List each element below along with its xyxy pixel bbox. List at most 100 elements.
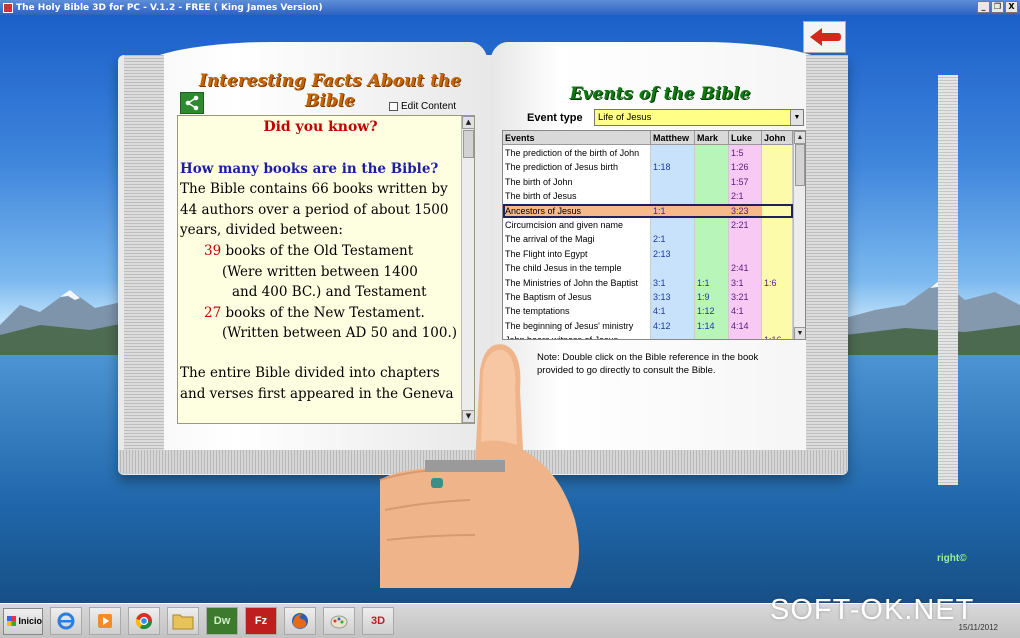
- reference-cell-luke[interactable]: 1:57: [729, 175, 762, 189]
- reference-cell-luke[interactable]: 1:26: [729, 160, 762, 174]
- reference-cell-mark[interactable]: 1:14: [695, 319, 729, 333]
- event-name-cell[interactable]: Circumcision and given name: [503, 218, 651, 232]
- reference-cell-john[interactable]: [762, 232, 793, 246]
- reference-cell-mark[interactable]: [695, 160, 729, 174]
- reference-cell-mark[interactable]: 1:12: [695, 304, 729, 318]
- reference-cell-luke[interactable]: 3:1: [729, 276, 762, 290]
- scroll-down-arrow-icon[interactable]: ▼: [794, 327, 805, 339]
- events-scrollbar[interactable]: ▲ ▼: [793, 131, 805, 339]
- taskbar-bible3d-icon[interactable]: 3D: [362, 607, 394, 635]
- reference-cell-mark[interactable]: [695, 218, 729, 232]
- column-header-events[interactable]: Events: [503, 131, 651, 145]
- taskbar-chrome-icon[interactable]: [128, 607, 160, 635]
- event-name-cell[interactable]: The arrival of the Magi: [503, 232, 651, 246]
- event-name-cell[interactable]: The Ministries of John the Baptist: [503, 276, 651, 290]
- close-button[interactable]: X: [1005, 1, 1018, 13]
- back-button[interactable]: [803, 21, 846, 53]
- reference-cell-matthew[interactable]: [651, 261, 695, 275]
- taskbar-folder-icon[interactable]: [167, 607, 199, 635]
- event-name-cell[interactable]: The Baptism of Jesus: [503, 290, 651, 304]
- minimize-button[interactable]: _: [977, 1, 990, 13]
- mountains-right-image: [845, 280, 1020, 360]
- scroll-up-arrow-icon[interactable]: ▲: [794, 131, 805, 144]
- facts-line: years, divided between:: [180, 222, 343, 239]
- reference-cell-john[interactable]: [762, 304, 793, 318]
- event-name-cell[interactable]: The prediction of Jesus birth: [503, 160, 651, 174]
- reference-cell-luke[interactable]: 1:5: [729, 146, 762, 160]
- reference-cell-mark[interactable]: 1:9: [695, 290, 729, 304]
- taskbar-media-icon[interactable]: [89, 607, 121, 635]
- reference-cell-mark[interactable]: [695, 247, 729, 261]
- event-type-select[interactable]: Life of Jesus ▼: [594, 109, 804, 126]
- scroll-thumb[interactable]: [795, 144, 805, 186]
- reference-cell-luke[interactable]: 3:21: [729, 290, 762, 304]
- reference-cell-mark[interactable]: [695, 189, 729, 203]
- reference-cell-john[interactable]: [762, 160, 793, 174]
- taskbar-paint-icon[interactable]: [323, 607, 355, 635]
- reference-cell-john[interactable]: 1:6: [762, 276, 793, 290]
- reference-cell-john[interactable]: [762, 175, 793, 189]
- reference-cell-luke[interactable]: [729, 247, 762, 261]
- next-page-strip[interactable]: [938, 75, 958, 485]
- reference-cell-john[interactable]: 1:16: [762, 333, 793, 339]
- reference-cell-matthew[interactable]: 2:13: [651, 247, 695, 261]
- share-button[interactable]: [180, 92, 204, 114]
- reference-cell-mark[interactable]: [695, 232, 729, 246]
- edit-content-checkbox[interactable]: Edit Content: [389, 101, 456, 112]
- reference-cell-john[interactable]: [762, 290, 793, 304]
- checkbox-box[interactable]: [389, 102, 398, 111]
- reference-cell-matthew[interactable]: [651, 146, 695, 160]
- reference-cell-matthew[interactable]: [651, 333, 695, 339]
- app-icon: [3, 2, 13, 13]
- reference-cell-matthew[interactable]: 2:1: [651, 232, 695, 246]
- reference-cell-mark[interactable]: [695, 261, 729, 275]
- taskbar-firefox-icon[interactable]: [284, 607, 316, 635]
- event-name-cell[interactable]: The birth of John: [503, 175, 651, 189]
- reference-cell-matthew[interactable]: 3:1: [651, 276, 695, 290]
- reference-cell-mark[interactable]: [695, 146, 729, 160]
- scroll-up-arrow-icon[interactable]: ▲: [462, 116, 474, 129]
- new-testament-count: 27: [204, 304, 222, 321]
- event-name-cell[interactable]: The prediction of the birth of John: [503, 146, 651, 160]
- reference-cell-matthew[interactable]: 4:1: [651, 304, 695, 318]
- reference-cell-matthew[interactable]: [651, 218, 695, 232]
- events-table[interactable]: Events The prediction of the birth of Joh…: [502, 130, 806, 340]
- reference-cell-matthew[interactable]: [651, 189, 695, 203]
- start-button[interactable]: Inicio: [3, 607, 43, 635]
- column-header-matthew[interactable]: Matthew: [651, 131, 695, 145]
- taskbar-filezilla-icon[interactable]: Fz: [245, 607, 277, 635]
- scroll-thumb[interactable]: [463, 130, 474, 158]
- reference-cell-luke[interactable]: 2:41: [729, 261, 762, 275]
- reference-cell-mark[interactable]: [695, 333, 729, 339]
- reference-cell-john[interactable]: [762, 189, 793, 203]
- reference-cell-john[interactable]: [762, 319, 793, 333]
- reference-cell-matthew[interactable]: [651, 175, 695, 189]
- reference-cell-matthew[interactable]: 4:12: [651, 319, 695, 333]
- reference-cell-matthew[interactable]: 1:18: [651, 160, 695, 174]
- dropdown-arrow-icon[interactable]: ▼: [790, 110, 803, 125]
- restore-button[interactable]: ❐: [991, 1, 1004, 13]
- reference-cell-john[interactable]: [762, 146, 793, 160]
- reference-cell-matthew[interactable]: 3:13: [651, 290, 695, 304]
- reference-cell-luke[interactable]: 2:21: [729, 218, 762, 232]
- reference-cell-mark[interactable]: [695, 175, 729, 189]
- reference-cell-luke[interactable]: 2:1: [729, 189, 762, 203]
- reference-cell-john[interactable]: [762, 261, 793, 275]
- reference-cell-john[interactable]: [762, 218, 793, 232]
- reference-cell-luke[interactable]: 4:14: [729, 319, 762, 333]
- reference-cell-mark[interactable]: 1:1: [695, 276, 729, 290]
- column-header-mark[interactable]: Mark: [695, 131, 729, 145]
- event-name-cell[interactable]: The Flight into Egypt: [503, 247, 651, 261]
- taskbar-ie-icon[interactable]: [50, 607, 82, 635]
- taskbar-dreamweaver-icon[interactable]: Dw: [206, 607, 238, 635]
- selected-row-highlight: [503, 204, 793, 219]
- reference-cell-luke[interactable]: 4:1: [729, 304, 762, 318]
- event-name-cell[interactable]: The child Jesus in the temple: [503, 261, 651, 275]
- event-name-cell[interactable]: The temptations: [503, 304, 651, 318]
- reference-cell-john[interactable]: [762, 247, 793, 261]
- column-header-john[interactable]: John: [762, 131, 793, 145]
- column-header-luke[interactable]: Luke: [729, 131, 762, 145]
- reference-cell-luke[interactable]: [729, 333, 762, 339]
- event-name-cell[interactable]: The birth of Jesus: [503, 189, 651, 203]
- reference-cell-luke[interactable]: [729, 232, 762, 246]
